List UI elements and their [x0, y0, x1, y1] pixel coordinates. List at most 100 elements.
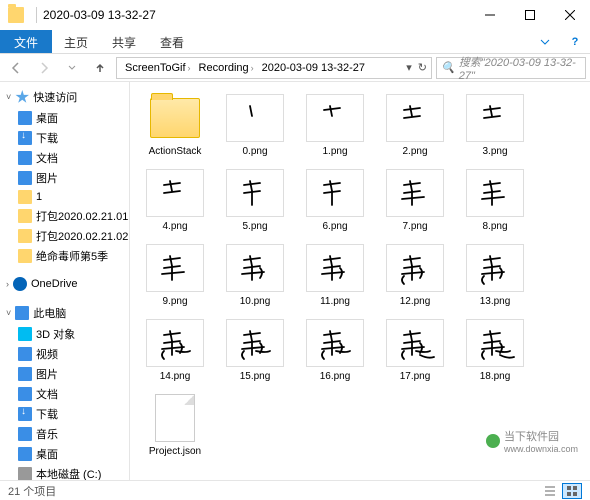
- file-item[interactable]: 14.png: [140, 317, 210, 384]
- image-thumbnail: [226, 244, 284, 292]
- item-label: 8.png: [482, 221, 507, 232]
- tab-file[interactable]: 文件: [0, 30, 52, 53]
- file-item[interactable]: 3.png: [460, 92, 530, 159]
- desktop-icon: [18, 111, 32, 125]
- item-label: 18.png: [480, 371, 511, 382]
- separator: [36, 7, 37, 23]
- forward-button[interactable]: [32, 56, 56, 80]
- icons-view-button[interactable]: [562, 483, 582, 499]
- item-label: Project.json: [149, 446, 201, 457]
- file-item[interactable]: 8.png: [460, 167, 530, 234]
- document-icon: [18, 387, 32, 401]
- file-item[interactable]: 9.png: [140, 242, 210, 309]
- ribbon-tabs: 文件 主页 共享 查看 ?: [0, 30, 590, 54]
- item-label: 16.png: [320, 371, 351, 382]
- item-label: 5.png: [242, 221, 267, 232]
- dropdown-icon[interactable]: ▾: [406, 61, 412, 74]
- file-item[interactable]: 11.png: [300, 242, 370, 309]
- maximize-button[interactable]: [510, 0, 550, 30]
- file-item[interactable]: 13.png: [460, 242, 530, 309]
- image-thumbnail: [226, 94, 284, 142]
- nav-item-pictures[interactable]: 图片: [0, 364, 129, 384]
- tab-view[interactable]: 查看: [148, 30, 196, 53]
- star-icon: [15, 90, 29, 104]
- recent-dropdown-icon[interactable]: [60, 56, 84, 80]
- item-label: 0.png: [242, 146, 267, 157]
- item-label: 14.png: [160, 371, 191, 382]
- tab-share[interactable]: 共享: [100, 30, 148, 53]
- folder-icon: [18, 190, 32, 204]
- nav-item-desktop[interactable]: 桌面: [0, 444, 129, 464]
- file-item[interactable]: 10.png: [220, 242, 290, 309]
- nav-item-documents[interactable]: 文档: [0, 148, 129, 168]
- nav-item-videos[interactable]: 视频: [0, 344, 129, 364]
- nav-item-downloads[interactable]: 下载: [0, 128, 129, 148]
- file-item[interactable]: 12.png: [380, 242, 450, 309]
- nav-item-pictures[interactable]: 图片: [0, 168, 129, 188]
- address-row: ScreenToGif› Recording› 2020-03-09 13-32…: [0, 54, 590, 82]
- item-label: ActionStack: [149, 146, 202, 157]
- file-item[interactable]: 16.png: [300, 317, 370, 384]
- nav-item-music[interactable]: 音乐: [0, 424, 129, 444]
- nav-item-desktop[interactable]: 桌面: [0, 108, 129, 128]
- image-thumbnail: [466, 319, 524, 367]
- item-label: 13.png: [480, 296, 511, 307]
- file-item[interactable]: 18.png: [460, 317, 530, 384]
- window-title: 2020-03-09 13-32-27: [43, 8, 470, 22]
- back-button[interactable]: [4, 56, 28, 80]
- close-button[interactable]: [550, 0, 590, 30]
- file-item[interactable]: 2.png: [380, 92, 450, 159]
- breadcrumb-segment[interactable]: Recording: [199, 62, 249, 74]
- file-item[interactable]: 6.png: [300, 167, 370, 234]
- minimize-button[interactable]: [470, 0, 510, 30]
- picture-icon: [18, 171, 32, 185]
- nav-item-documents[interactable]: 文档: [0, 384, 129, 404]
- details-view-button[interactable]: [540, 483, 560, 499]
- file-item[interactable]: 5.png: [220, 167, 290, 234]
- file-item[interactable]: ActionStack: [140, 92, 210, 159]
- chevron-right-icon: ›: [188, 63, 191, 73]
- nav-item-3d[interactable]: 3D 对象: [0, 324, 129, 344]
- image-thumbnail: [306, 169, 364, 217]
- download-icon: [18, 131, 32, 145]
- nav-item-folder[interactable]: 打包2020.02.21.01: [0, 206, 129, 226]
- nav-quick-access[interactable]: ˅快速访问: [0, 86, 129, 108]
- file-item[interactable]: 0.png: [220, 92, 290, 159]
- nav-this-pc[interactable]: ˅此电脑: [0, 302, 129, 324]
- breadcrumb-segment[interactable]: ScreenToGif: [125, 62, 186, 74]
- folder-thumbnail: [146, 94, 204, 142]
- item-label: 4.png: [162, 221, 187, 232]
- nav-item-folder[interactable]: 1: [0, 188, 129, 206]
- nav-onedrive[interactable]: ›OneDrive: [0, 274, 129, 294]
- help-icon[interactable]: ?: [560, 30, 590, 53]
- nav-item-downloads[interactable]: 下载: [0, 404, 129, 424]
- item-label: 6.png: [322, 221, 347, 232]
- file-item[interactable]: 4.png: [140, 167, 210, 234]
- folder-icon: [8, 7, 24, 23]
- image-thumbnail: [226, 169, 284, 217]
- breadcrumb-segment[interactable]: 2020-03-09 13-32-27: [262, 62, 365, 74]
- image-thumbnail: [386, 94, 444, 142]
- content-pane: ActionStack 0.png 1.png2.png3.png 4.png 5.pn…: [130, 82, 590, 480]
- address-bar[interactable]: ScreenToGif› Recording› 2020-03-09 13-32…: [116, 57, 432, 79]
- file-item[interactable]: 17.png: [380, 317, 450, 384]
- disk-icon: [18, 467, 32, 480]
- file-item[interactable]: 15.png: [220, 317, 290, 384]
- tab-home[interactable]: 主页: [52, 30, 100, 53]
- item-label: 15.png: [240, 371, 271, 382]
- search-input[interactable]: 🔍 搜索"2020-03-09 13-32-27": [436, 57, 586, 79]
- file-item[interactable]: Project.json: [140, 392, 210, 459]
- file-item[interactable]: 1.png: [300, 92, 370, 159]
- item-label: 7.png: [402, 221, 427, 232]
- nav-item-disk-c[interactable]: 本地磁盘 (C:): [0, 464, 129, 480]
- title-bar: 2020-03-09 13-32-27: [0, 0, 590, 30]
- item-label: 11.png: [320, 296, 350, 307]
- nav-item-folder[interactable]: 绝命毒师第5季: [0, 246, 129, 266]
- file-item[interactable]: 7.png: [380, 167, 450, 234]
- nav-item-folder[interactable]: 打包2020.02.21.02: [0, 226, 129, 246]
- up-button[interactable]: [88, 56, 112, 80]
- image-thumbnail: [466, 94, 524, 142]
- document-icon: [18, 151, 32, 165]
- refresh-icon[interactable]: ↻: [418, 61, 427, 74]
- ribbon-expand-icon[interactable]: [530, 30, 560, 53]
